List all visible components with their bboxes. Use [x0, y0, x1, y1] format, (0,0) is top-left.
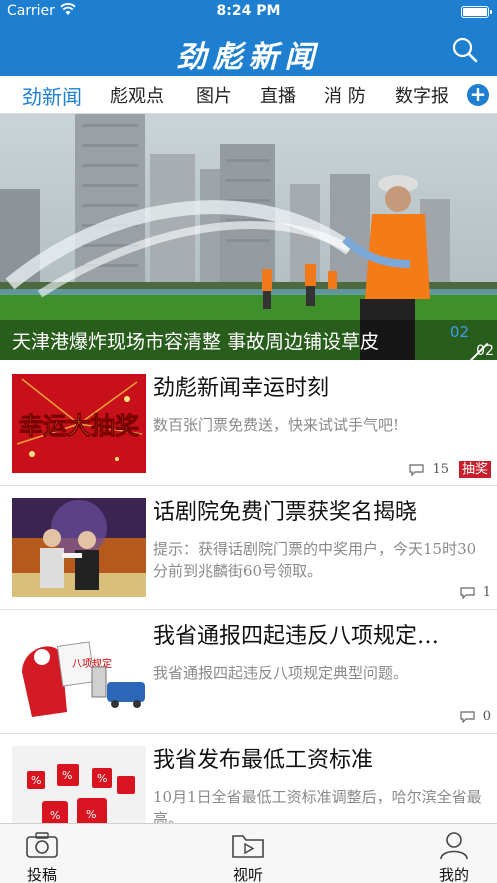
banner-page-total: 02: [476, 343, 494, 359]
news-description: 提示：获得话剧院门票的中奖用户，今天15时30分前到兆麟街60号领取。: [153, 540, 477, 580]
comment-count: 0: [482, 709, 491, 724]
news-thumbnail: [12, 498, 146, 597]
bottom-tab-bar: 投稿 视听 我的: [0, 823, 497, 883]
news-title: 我省通报四起违反八项规定…: [153, 624, 440, 649]
video-folder-icon: [232, 835, 264, 858]
bottom-tab-label: 我的: [438, 866, 469, 883]
news-item[interactable]: 八项规定 我省通报四起违反八项规定… 我省通报四起违反八项规定典型问题。 0: [0, 610, 497, 734]
tab-pictures[interactable]: 图片: [196, 82, 232, 108]
status-time: 8:24 PM: [216, 3, 281, 19]
tab-jin-news[interactable]: 劲新闻: [22, 81, 82, 110]
news-meta: 0: [460, 709, 491, 727]
featured-banner[interactable]: 天津港爆炸现场市容清整 事故周边铺设草皮 02 02: [0, 114, 497, 360]
comment-count: 15: [432, 462, 449, 477]
battery-icon: [461, 6, 492, 18]
news-title: 话剧院免费门票获奖名揭晓: [153, 500, 418, 525]
camera-icon: [26, 832, 58, 858]
user-icon: [440, 832, 468, 860]
app-header: Carrier 8:24 PM 劲彪新闻: [0, 0, 497, 76]
lottery-badge: 抽奖: [458, 461, 491, 478]
comment-icon: [460, 586, 475, 599]
svg-text:幸运大抽奖: 幸运大抽奖: [19, 411, 140, 440]
add-tab-icon[interactable]: +: [467, 84, 489, 106]
banner-page-current: 02: [449, 323, 469, 341]
news-description: 数百张门票免费送，快来试试手气吧!: [153, 416, 400, 434]
news-thumbnail: %%%%%: [12, 746, 146, 823]
comment-count: 1: [482, 585, 491, 600]
category-tabs: 劲新闻 彪观点 图片 直播 消 防 数字报 +: [0, 76, 497, 114]
comment-icon: [409, 463, 425, 476]
bottom-tab-media[interactable]: 视听: [218, 830, 278, 883]
tab-digital-paper[interactable]: 数字报: [395, 82, 449, 108]
news-title: 我省发布最低工资标准: [153, 748, 374, 773]
bottom-tab-me[interactable]: 我的: [424, 830, 484, 883]
app-title: 劲彪新闻: [176, 40, 321, 75]
svg-text:%: %: [50, 809, 60, 822]
news-item[interactable]: 幸运大抽奖 劲彪新闻幸运时刻 数百张门票免费送，快来试试手气吧! 15 抽奖: [0, 362, 497, 486]
news-item[interactable]: 话剧院免费门票获奖名揭晓 提示：获得话剧院门票的中奖用户，今天15时30分前到兆…: [0, 486, 497, 610]
status-bar: Carrier 8:24 PM: [0, 0, 497, 24]
news-thumbnail: 幸运大抽奖: [12, 374, 146, 473]
news-meta: 1: [460, 585, 491, 603]
news-title: 劲彪新闻幸运时刻: [153, 376, 330, 401]
search-icon[interactable]: [451, 36, 479, 64]
svg-text:%: %: [97, 772, 107, 785]
news-meta: 15 抽奖: [409, 461, 491, 479]
tab-fire[interactable]: 消 防: [324, 82, 366, 108]
bottom-tab-submit[interactable]: 投稿: [12, 830, 72, 883]
bottom-tab-label: 视听: [232, 866, 263, 883]
banner-title: 天津港爆炸现场市容清整 事故周边铺设草皮: [12, 331, 380, 353]
svg-text:%: %: [62, 769, 72, 782]
comment-icon: [460, 710, 475, 723]
tab-live[interactable]: 直播: [260, 82, 296, 108]
tab-opinion[interactable]: 彪观点: [110, 82, 164, 108]
news-description: 我省通报四起违反八项规定典型问题。: [153, 664, 409, 682]
news-thumbnail: 八项规定: [12, 622, 146, 721]
svg-text:%: %: [86, 808, 96, 821]
svg-text:%: %: [31, 774, 41, 787]
news-item[interactable]: %%%%% 我省发布最低工资标准 10月1日全省最低工资标准调整后，哈尔滨全省最…: [0, 734, 497, 828]
bottom-tab-label: 投稿: [26, 866, 57, 883]
